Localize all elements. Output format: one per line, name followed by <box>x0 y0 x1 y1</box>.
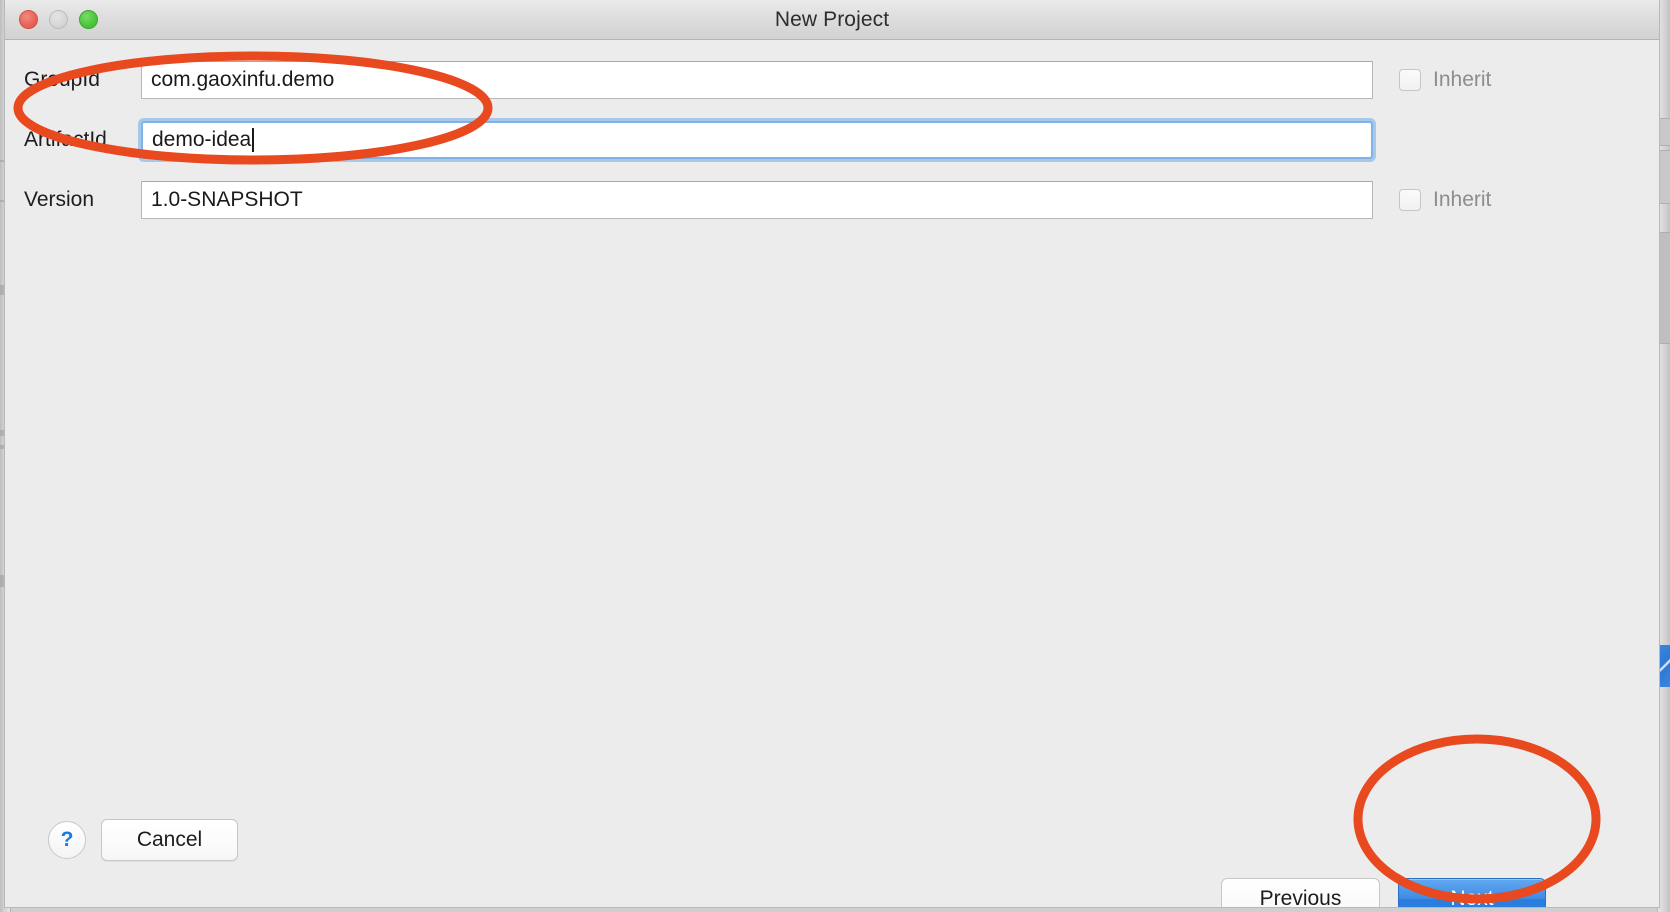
groupid-input-value: com.gaoxinfu.demo <box>151 68 335 91</box>
version-inherit-label: Inherit <box>1433 188 1492 211</box>
new-project-dialog: New Project GroupId com.gaoxinfu.demo In… <box>4 0 1660 908</box>
text-cursor <box>252 128 255 152</box>
previous-button[interactable]: Previous <box>1221 878 1380 908</box>
next-button[interactable]: Next <box>1398 878 1546 908</box>
version-input[interactable]: 1.0-SNAPSHOT <box>141 181 1373 219</box>
dialog-body: GroupId com.gaoxinfu.demo Inherit Artifa… <box>5 40 1659 908</box>
cancel-button[interactable]: Cancel <box>101 819 238 861</box>
artifactid-input-value: demo-idea <box>152 128 252 151</box>
dialog-title: New Project <box>774 7 890 31</box>
previous-button-label: Previous <box>1259 887 1342 908</box>
help-button[interactable]: ? <box>48 821 86 859</box>
artifactid-label: ArtifactId <box>24 128 107 151</box>
maximize-button-icon[interactable] <box>79 10 98 29</box>
groupid-inherit-checkbox[interactable] <box>1399 69 1421 91</box>
background-window-right-stripe <box>1659 150 1670 204</box>
cancel-button-label: Cancel <box>136 828 203 851</box>
background-window-blue-accent <box>1659 645 1670 687</box>
dialog-titlebar: New Project <box>5 0 1659 40</box>
minimize-button-icon[interactable] <box>49 10 68 29</box>
background-window-right-stripe <box>1659 232 1670 344</box>
window-controls <box>19 10 98 29</box>
question-mark-icon: ? <box>60 828 74 851</box>
form-row-groupid: GroupId com.gaoxinfu.demo Inherit <box>5 58 1659 102</box>
form-row-artifactid: ArtifactId demo-idea <box>5 118 1659 162</box>
groupid-inherit-label: Inherit <box>1433 68 1492 91</box>
version-inherit-group[interactable]: Inherit <box>1399 188 1491 212</box>
background-window-right-stripe <box>1659 118 1670 146</box>
groupid-inherit-group[interactable]: Inherit <box>1399 68 1491 92</box>
next-button-label: Next <box>1450 887 1494 908</box>
version-input-value: 1.0-SNAPSHOT <box>151 188 303 211</box>
form-row-version: Version 1.0-SNAPSHOT Inherit <box>5 178 1659 222</box>
groupid-input[interactable]: com.gaoxinfu.demo <box>141 61 1373 99</box>
close-button-icon[interactable] <box>19 10 38 29</box>
version-label: Version <box>24 188 95 211</box>
artifactid-input[interactable]: demo-idea <box>141 121 1373 159</box>
version-inherit-checkbox[interactable] <box>1399 189 1421 211</box>
groupid-label: GroupId <box>24 68 100 91</box>
